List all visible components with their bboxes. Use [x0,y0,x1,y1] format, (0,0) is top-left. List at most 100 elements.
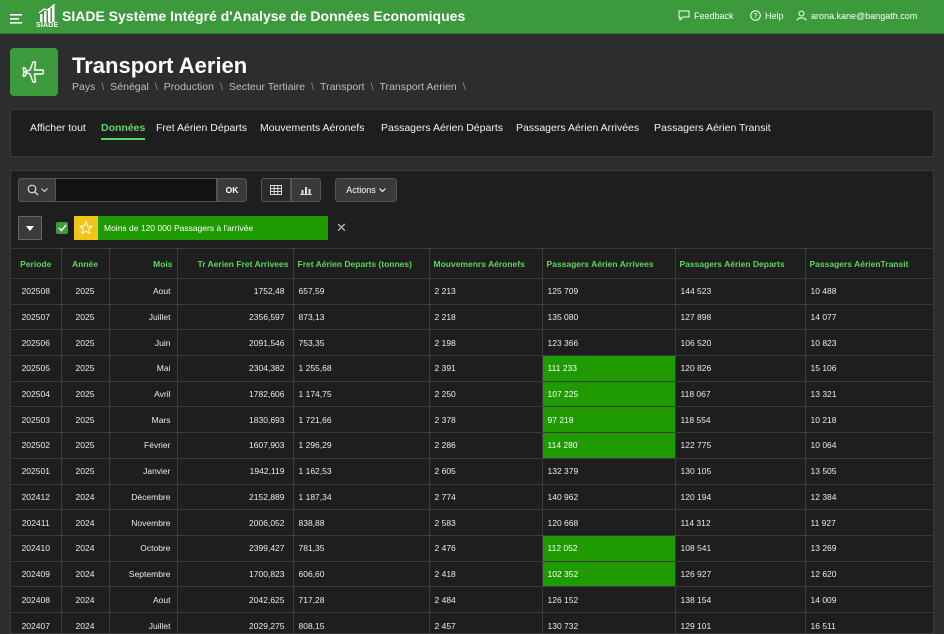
tab-passagers-aerien-departs[interactable]: Passagers Aérien Départs [381,122,503,134]
feedback-link[interactable]: Feedback [678,10,734,21]
cell-passagers-arrivees[interactable]: 107 225 [542,380,676,407]
cell-mouvements[interactable]: 2 378 [429,406,543,433]
cell-mois[interactable]: Juillet [109,303,178,330]
cell-fret-arrivees[interactable]: 2091,546 [177,329,294,356]
cell-periode[interactable]: 202408 [11,586,62,613]
cell-mouvements[interactable]: 2 250 [429,380,543,407]
cell-passagers-transit[interactable]: 16 511 [805,611,933,633]
cell-mouvements[interactable]: 2 774 [429,483,543,510]
cell-mois[interactable]: Juillet [109,611,178,633]
cell-periode[interactable]: 202504 [11,380,62,407]
cell-periode[interactable]: 202412 [11,483,62,510]
cell-passagers-departs[interactable]: 118 554 [675,406,806,433]
cell-mouvements[interactable]: 2 583 [429,509,543,536]
cell-periode[interactable]: 202501 [11,457,62,484]
close-icon[interactable]: ✕ [336,220,347,236]
cell-periode[interactable]: 202410 [11,534,62,562]
cell-fret-arrivees[interactable]: 2042,625 [177,586,294,613]
cell-mouvements[interactable]: 2 476 [429,534,543,562]
cell-fret-arrivees[interactable]: 1942,119 [177,457,294,484]
cell-mouvements[interactable]: 2 198 [429,329,543,356]
cell-annee[interactable]: 2024 [61,509,110,536]
filter-toggle-button[interactable] [18,216,42,240]
cell-passagers-departs[interactable]: 130 105 [675,457,806,484]
cell-fret-departs[interactable]: 1 187,34 [293,483,430,510]
cell-passagers-departs[interactable]: 118 067 [675,380,806,407]
cell-annee[interactable]: 2025 [61,355,110,382]
column-header-fret-departs[interactable]: Fret Aérien Departs (tonnes) [293,248,430,279]
highlight-filter-chip[interactable]: Moins de 120 000 Passagers à l'arrivée [74,216,328,240]
column-header-periode[interactable]: Periode [11,248,62,279]
tab-mouvements-aeronefs[interactable]: Mouvements Aéronefs [260,122,364,134]
cell-passagers-transit[interactable]: 12 384 [805,483,933,510]
tab-afficher-tout[interactable]: Afficher tout [30,122,86,134]
column-header-fret-arrivees[interactable]: Tr Aerien Fret Arrivees [177,248,294,279]
cell-fret-departs[interactable]: 717,28 [293,586,430,613]
cell-periode[interactable]: 202508 [11,278,62,305]
cell-mois[interactable]: Novembre [109,509,178,536]
cell-fret-departs[interactable]: 657,59 [293,278,430,305]
cell-mouvements[interactable]: 2 605 [429,457,543,484]
table-view-button[interactable] [261,178,291,202]
cell-fret-departs[interactable]: 1 174,75 [293,380,430,407]
breadcrumb-item-pays[interactable]: Pays [72,81,95,93]
table-row[interactable]: 202409 2024 Septembre 1700,823 606,60 2 418 10… [11,560,933,587]
cell-fret-arrivees[interactable]: 2006,052 [177,509,294,536]
search-input[interactable] [56,178,217,202]
cell-annee[interactable]: 2024 [61,560,110,587]
cell-passagers-transit[interactable]: 10 064 [805,432,933,459]
column-header-annee[interactable]: Année [61,248,110,279]
cell-mois[interactable]: Mai [109,355,178,382]
cell-fret-arrivees[interactable]: 2029,275 [177,611,294,633]
cell-passagers-arrivees[interactable]: 140 962 [542,483,676,510]
cell-passagers-transit[interactable]: 15 106 [805,355,933,382]
cell-passagers-departs[interactable]: 138 154 [675,586,806,613]
column-header-passagers-departs[interactable]: Passagers Aérien Departs [675,248,806,279]
user-menu[interactable]: arona.kane@bangath.com [796,10,917,21]
table-row[interactable]: 202503 2025 Mars 1830,693 1 721,66 2 378 97 21… [11,406,933,433]
breadcrumb-item-production[interactable]: Production [164,81,214,93]
cell-annee[interactable]: 2025 [61,406,110,433]
cell-mouvements[interactable]: 2 218 [429,303,543,330]
column-header-mouvements[interactable]: Mouvemenrs Aéronefs [429,248,543,279]
cell-periode[interactable]: 202411 [11,509,62,536]
table-row[interactable]: 202507 2025 Juillet 2356,597 873,13 2 218 135 … [11,303,933,330]
search-options-button[interactable] [18,178,56,202]
cell-passagers-transit[interactable]: 13 269 [805,534,933,562]
cell-mouvements[interactable]: 2 391 [429,355,543,382]
cell-mois[interactable]: Aout [109,278,178,305]
cell-mois[interactable]: Juin [109,329,178,356]
cell-annee[interactable]: 2024 [61,483,110,510]
cell-passagers-arrivees[interactable]: 132 379 [542,457,676,484]
cell-mouvements[interactable]: 2 418 [429,560,543,587]
cell-passagers-departs[interactable]: 106 520 [675,329,806,356]
tab-passagers-aerien-arrivees[interactable]: Passagers Aérien Arrivées [516,122,639,134]
cell-mois[interactable]: Septembre [109,560,178,587]
cell-passagers-arrivees[interactable]: 130 732 [542,611,676,633]
cell-mouvements[interactable]: 2 457 [429,611,543,633]
hamburger-icon[interactable] [10,11,22,24]
table-row[interactable]: 202502 2025 Février 1607,903 1 296,29 2 286 11… [11,432,933,459]
column-header-mois[interactable]: Mois [109,248,178,279]
cell-mois[interactable]: Décembre [109,483,178,510]
cell-fret-arrivees[interactable]: 1700,823 [177,560,294,587]
cell-passagers-arrivees[interactable]: 123 366 [542,329,676,356]
cell-periode[interactable]: 202407 [11,611,62,633]
cell-fret-departs[interactable]: 606,60 [293,560,430,587]
table-row[interactable]: 202506 2025 Juin 2091,546 753,35 2 198 123 366… [11,329,933,356]
cell-passagers-arrivees[interactable]: 126 152 [542,586,676,613]
tab-passagers-aerien-transit[interactable]: Passagers Aérien Transit [654,122,771,134]
cell-passagers-arrivees[interactable]: 102 352 [542,560,676,587]
cell-periode[interactable]: 202502 [11,432,62,459]
cell-periode[interactable]: 202409 [11,560,62,587]
cell-passagers-departs[interactable]: 114 312 [675,509,806,536]
cell-annee[interactable]: 2024 [61,611,110,633]
cell-fret-departs[interactable]: 753,35 [293,329,430,356]
cell-fret-arrivees[interactable]: 1782,606 [177,380,294,407]
table-row[interactable]: 202508 2025 Aout 1752,48 657,59 2 213 125 709 1… [11,278,933,305]
cell-fret-departs[interactable]: 1 255,68 [293,355,430,382]
table-row[interactable]: 202410 2024 Octobre 2399,427 781,35 2 476 112 … [11,534,933,562]
cell-passagers-transit[interactable]: 13 321 [805,380,933,407]
cell-mois[interactable]: Janvier [109,457,178,484]
cell-passagers-departs[interactable]: 122 775 [675,432,806,459]
